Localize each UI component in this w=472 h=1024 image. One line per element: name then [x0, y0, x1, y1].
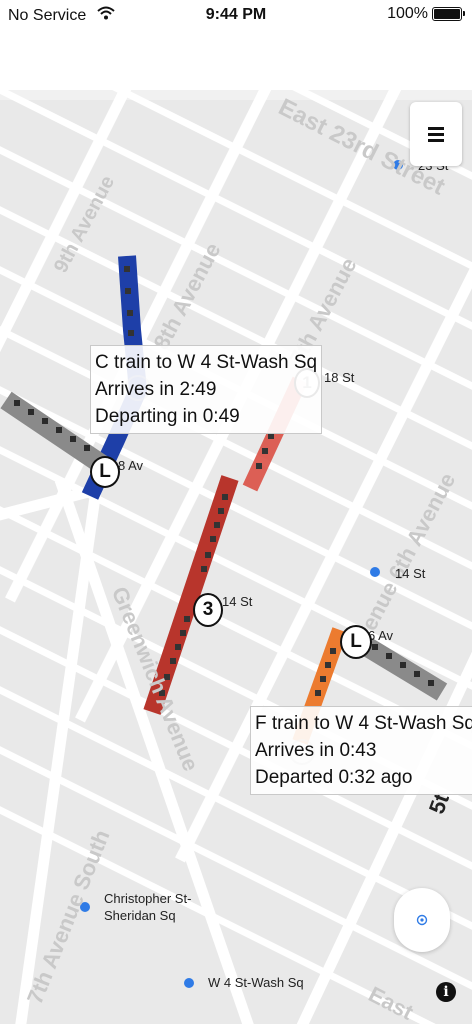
- f-train-tooltip[interactable]: F train to W 4 St-Wash Sq Arrives in 0:4…: [250, 706, 472, 795]
- locate-me-button[interactable]: [394, 888, 450, 952]
- f-train-destination: F train to W 4 St-Wash Sq: [255, 713, 472, 734]
- info-icon: i: [443, 984, 449, 1000]
- station-label-14-st-7av: 14 St: [222, 594, 253, 609]
- battery-icon: [432, 7, 465, 21]
- route-badge-l-east[interactable]: L: [340, 625, 372, 659]
- f-train-departure: Departed 0:32 ago: [255, 767, 413, 788]
- station-label-18-st: 18 St: [324, 370, 355, 385]
- c-train-departure: Departing in 0:49: [95, 406, 240, 427]
- route-badge-l-west[interactable]: L: [90, 456, 120, 488]
- christopher-line-2: Sheridan Sq: [104, 908, 176, 923]
- station-label-8-av: 8 Av: [118, 458, 144, 473]
- c-train-tooltip[interactable]: C train to W 4 St-Wash Sq Arrives in 2:4…: [90, 345, 323, 434]
- battery-status: 100%: [387, 5, 465, 23]
- info-button[interactable]: i: [436, 982, 456, 1002]
- route-badge-3[interactable]: 3: [193, 593, 223, 627]
- station-label-w4: W 4 St-Wash Sq: [208, 975, 304, 990]
- station-label-christopher: Christopher St- Sheridan Sq: [104, 890, 191, 924]
- status-bar: No Service 9:44 PM 100%: [0, 0, 472, 30]
- c-train-destination: C train to W 4 St-Wash Sq: [95, 352, 318, 373]
- battery-percent: 100%: [387, 5, 428, 22]
- location-target-icon: [416, 914, 428, 926]
- transit-map[interactable]: 9th Avenue 8th Avenue 7th Avenue Avenue …: [0, 90, 472, 1024]
- menu-button[interactable]: [410, 102, 462, 166]
- station-label-14-st-6av: 14 St: [395, 566, 426, 581]
- hamburger-icon: [428, 127, 444, 142]
- c-train-arrival: Arrives in 2:49: [95, 379, 217, 400]
- f-train-arrival: Arrives in 0:43: [255, 740, 377, 761]
- christopher-line-1: Christopher St-: [104, 891, 192, 906]
- route-badge-3-label: 3: [202, 599, 214, 620]
- route-badge-l-east-label: L: [350, 631, 362, 652]
- route-badge-l-west-label: L: [99, 461, 111, 482]
